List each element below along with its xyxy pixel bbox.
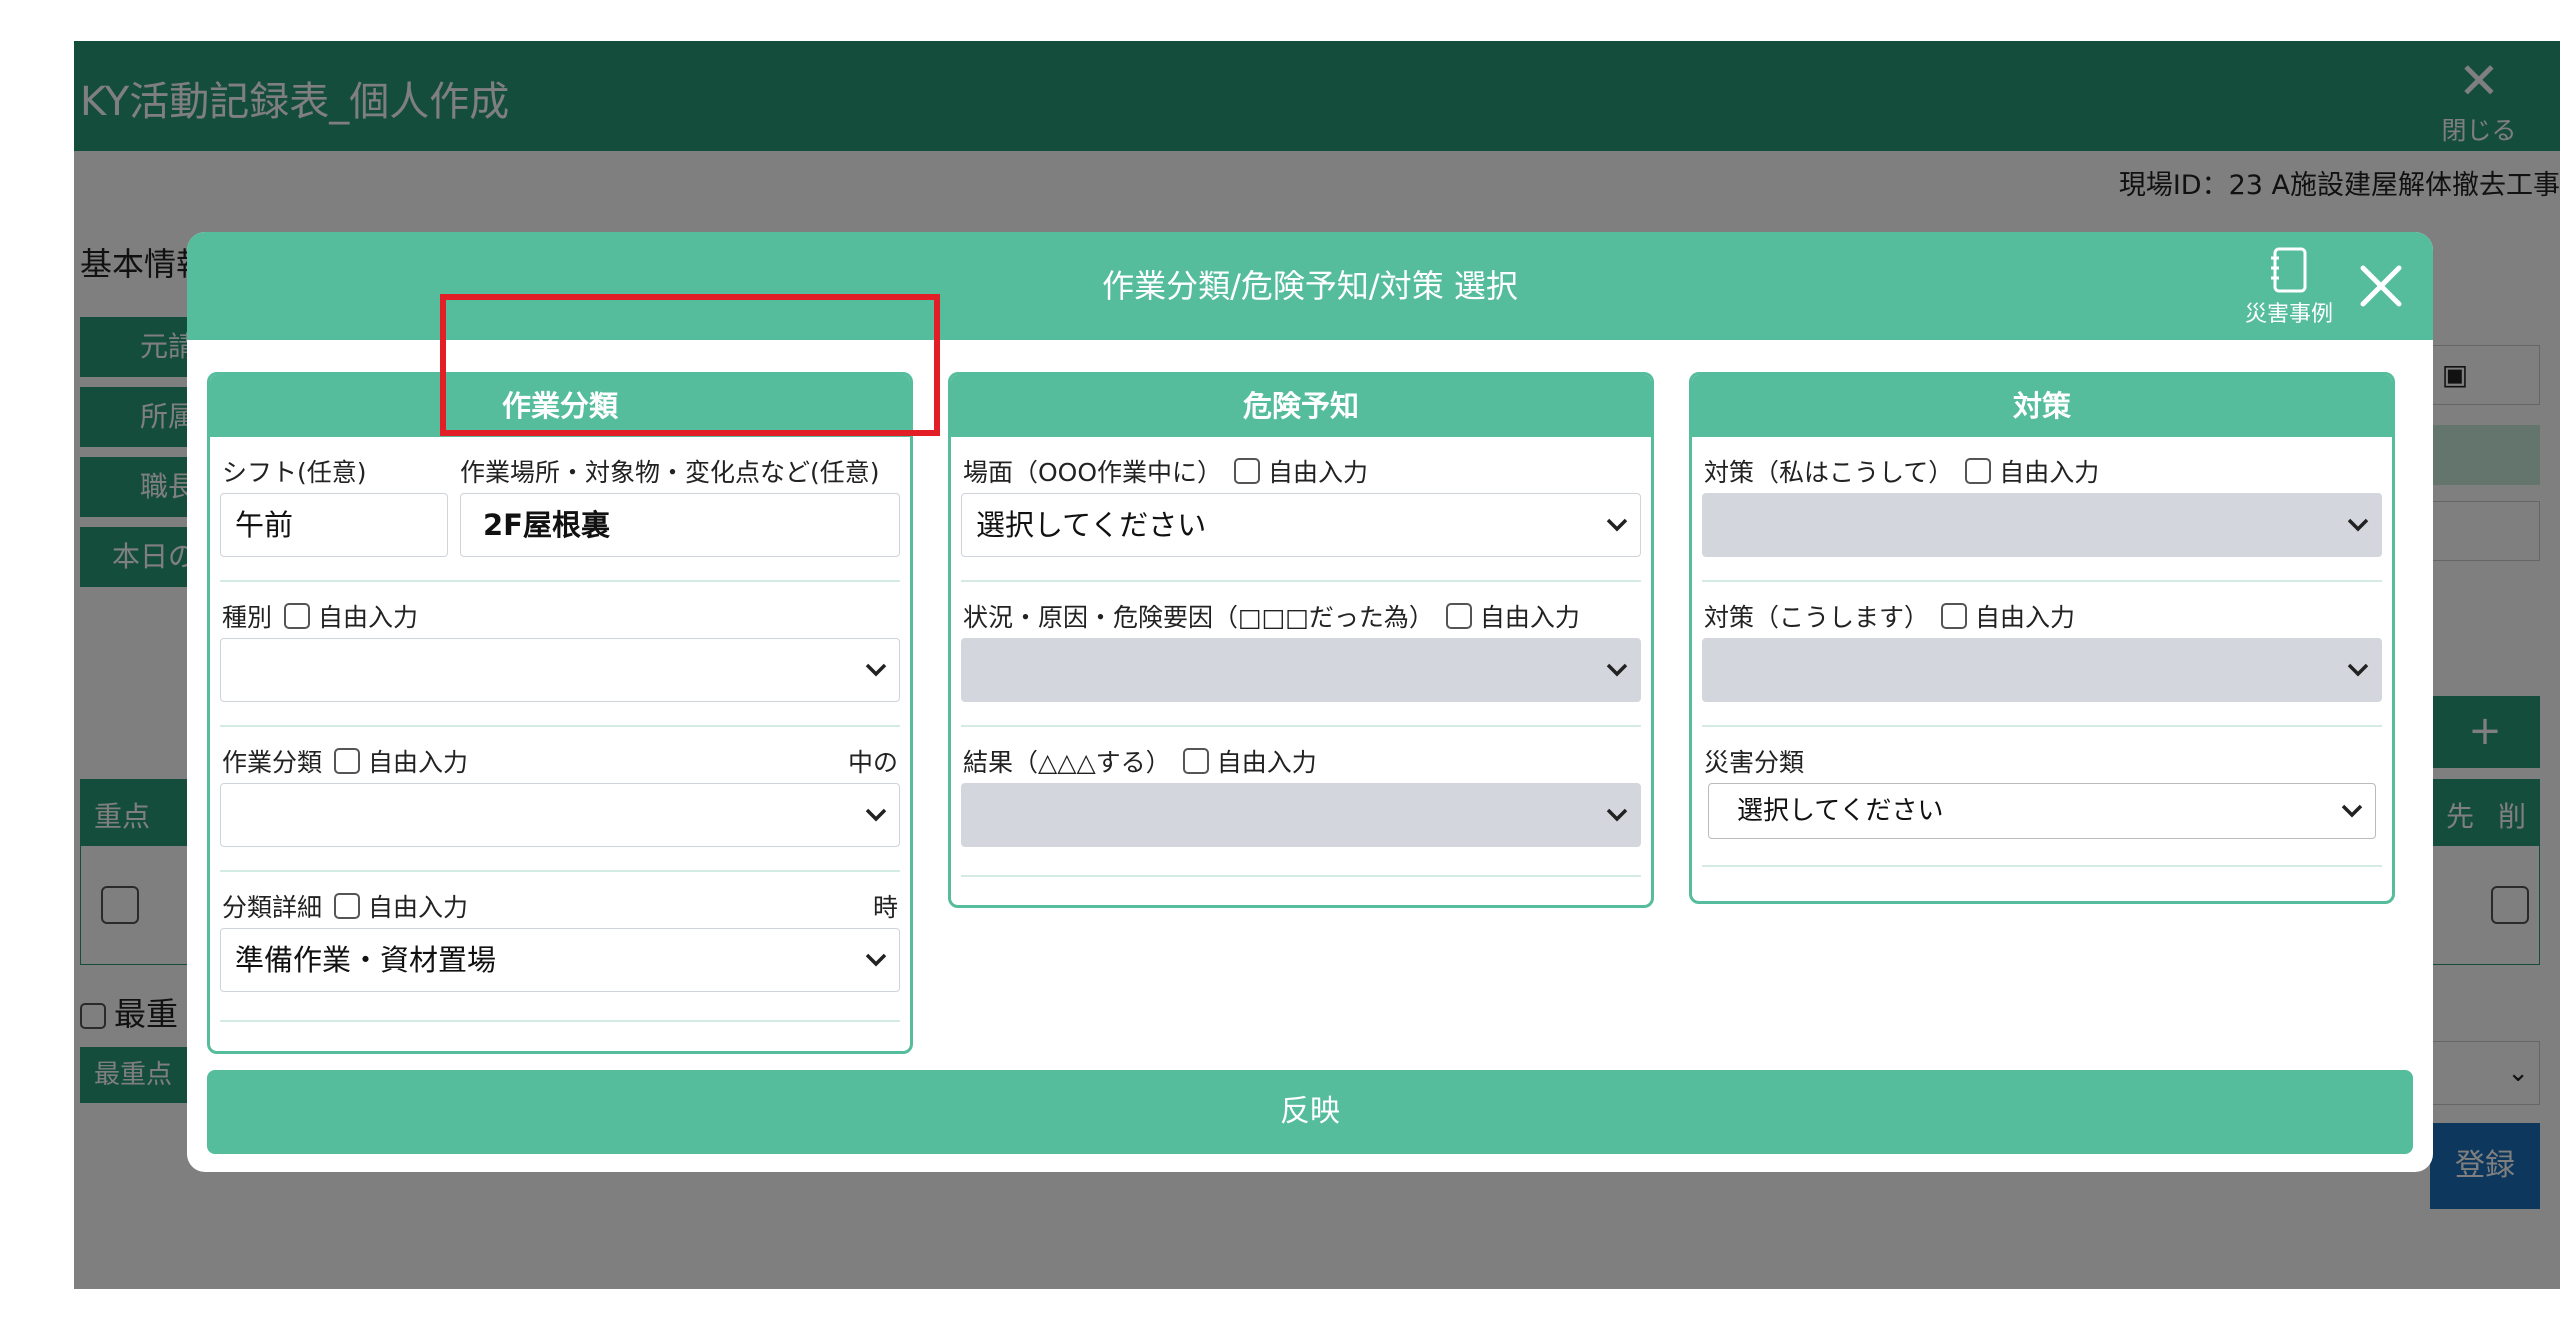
scene-free-input-checkbox[interactable] bbox=[1234, 458, 1261, 484]
category-label-line: 作業分類 自由入力 bbox=[222, 743, 468, 779]
plan-measure-free-input-checkbox[interactable] bbox=[1941, 603, 1968, 629]
location-label: 作業場所・対象物・変化点など(任意) bbox=[460, 458, 880, 487]
result-row: 結果（△△△する） 自由入力 bbox=[961, 727, 1641, 877]
work-category-panel: 作業分類 シフト(任意) 作業場所・対象物・変化点など(任意) 午前 2F屋根裏… bbox=[207, 372, 913, 1054]
category-free-input-label: 自由入力 bbox=[368, 748, 469, 777]
plan-measure-select[interactable] bbox=[1702, 638, 2382, 702]
disaster-type-label: 災害分類 bbox=[1704, 748, 1805, 777]
disaster-type-row: 災害分類 選択してください bbox=[1702, 727, 2382, 867]
situation-select[interactable] bbox=[961, 638, 1641, 702]
result-select[interactable] bbox=[961, 783, 1641, 847]
modal-close-button[interactable] bbox=[2347, 252, 2415, 320]
self-measure-free-input-checkbox[interactable] bbox=[1965, 458, 1992, 484]
shift-location-row: シフト(任意) 作業場所・対象物・変化点など(任意) 午前 2F屋根裏 bbox=[220, 437, 900, 582]
scene-select[interactable]: 選択してください bbox=[961, 493, 1641, 557]
self-measure-row: 対策（私はこうして） 自由入力 bbox=[1702, 437, 2382, 582]
plan-measure-free-input-label: 自由入力 bbox=[1975, 603, 2076, 632]
chevron-down-icon bbox=[2347, 639, 2369, 701]
hazard-prediction-panel-header: 危険予知 bbox=[951, 375, 1651, 437]
chevron-down-icon bbox=[865, 929, 887, 991]
self-measure-free-input-label: 自由入力 bbox=[1999, 458, 2100, 487]
detail-free-input-checkbox[interactable] bbox=[334, 893, 361, 919]
situation-free-input-label: 自由入力 bbox=[1479, 603, 1580, 632]
scene-row: 場面（OOO作業中に） 自由入力 選択してください bbox=[961, 437, 1641, 582]
situation-free-input-checkbox[interactable] bbox=[1445, 603, 1472, 629]
detail-free-input-label: 自由入力 bbox=[368, 893, 469, 922]
scene-select-value: 選択してください bbox=[976, 508, 1207, 542]
location-input[interactable]: 2F屋根裏 bbox=[460, 493, 900, 557]
result-label-line: 結果（△△△する） 自由入力 bbox=[963, 743, 1317, 779]
chevron-down-icon bbox=[1606, 784, 1628, 846]
scene-free-input-label: 自由入力 bbox=[1268, 458, 1369, 487]
category-label: 作業分類 bbox=[222, 748, 323, 777]
chevron-down-icon bbox=[1606, 494, 1628, 556]
shift-label: シフト(任意) bbox=[222, 458, 367, 487]
measures-panel-header: 対策 bbox=[1692, 375, 2392, 437]
category-row: 作業分類 自由入力 中の bbox=[220, 727, 900, 872]
chevron-down-icon bbox=[2341, 784, 2363, 838]
detail-label: 分類詳細 bbox=[222, 893, 323, 922]
chevron-down-icon bbox=[2347, 494, 2369, 556]
plan-measure-row: 対策（こうします） 自由入力 bbox=[1702, 582, 2382, 727]
category-right-text: 中の bbox=[847, 748, 898, 777]
result-label: 結果（△△△する） bbox=[963, 748, 1171, 777]
category-select[interactable] bbox=[220, 783, 900, 847]
detail-right-text: 時 bbox=[872, 893, 898, 922]
disaster-type-select-value: 選択してください bbox=[1737, 796, 1944, 826]
plan-measure-label: 対策（こうします） bbox=[1704, 603, 1930, 632]
type-free-input-label: 自由入力 bbox=[318, 603, 419, 632]
disaster-cases-label: 災害事例 bbox=[2244, 302, 2333, 327]
self-measure-label-line: 対策（私はこうして） 自由入力 bbox=[1704, 453, 2099, 489]
location-highlight-box bbox=[440, 294, 940, 436]
chevron-down-icon bbox=[865, 639, 887, 701]
disaster-type-select[interactable]: 選択してください bbox=[1708, 783, 2376, 839]
type-label: 種別 bbox=[222, 603, 273, 632]
notebook-icon bbox=[2271, 247, 2307, 293]
selection-modal: 作業分類/危険予知/対策 選択 災害事例 作業分類 シフト(任意) 作業場所・対… bbox=[187, 232, 2433, 1172]
scene-label: 場面（OOO作業中に） bbox=[963, 458, 1223, 487]
type-free-input-checkbox[interactable] bbox=[284, 603, 311, 629]
detail-label-line: 分類詳細 自由入力 bbox=[222, 888, 468, 924]
situation-label: 状況・原因・危険要因（□□□だった為） bbox=[963, 603, 1434, 632]
hazard-prediction-panel: 危険予知 場面（OOO作業中に） 自由入力 選択してください 状況・原因・危険要… bbox=[948, 372, 1654, 908]
detail-select-value: 準備作業・資材置場 bbox=[235, 943, 497, 977]
self-measure-select[interactable] bbox=[1702, 493, 2382, 557]
situation-label-line: 状況・原因・危険要因（□□□だった為） 自由入力 bbox=[963, 598, 1580, 634]
close-icon bbox=[2360, 265, 2402, 307]
result-free-input-checkbox[interactable] bbox=[1182, 748, 1209, 774]
type-row: 種別 自由入力 bbox=[220, 582, 900, 727]
shift-input[interactable]: 午前 bbox=[220, 493, 448, 557]
chevron-down-icon bbox=[1606, 639, 1628, 701]
disaster-cases-button[interactable]: 災害事例 bbox=[2229, 246, 2349, 330]
type-label-line: 種別 自由入力 bbox=[222, 598, 418, 634]
measures-panel: 対策 対策（私はこうして） 自由入力 対策（こうします） 自由入力 災害分類 選… bbox=[1689, 372, 2395, 904]
plan-measure-label-line: 対策（こうします） 自由入力 bbox=[1704, 598, 2075, 634]
type-select[interactable] bbox=[220, 638, 900, 702]
result-free-input-label: 自由入力 bbox=[1216, 748, 1317, 777]
detail-select[interactable]: 準備作業・資材置場 bbox=[220, 928, 900, 992]
detail-row: 分類詳細 自由入力 時 準備作業・資材置場 bbox=[220, 872, 900, 1022]
self-measure-label: 対策（私はこうして） bbox=[1704, 458, 1954, 487]
situation-row: 状況・原因・危険要因（□□□だった為） 自由入力 bbox=[961, 582, 1641, 727]
chevron-down-icon bbox=[865, 784, 887, 846]
category-free-input-checkbox[interactable] bbox=[334, 748, 361, 774]
scene-label-line: 場面（OOO作業中に） 自由入力 bbox=[963, 453, 1368, 489]
reflect-button[interactable]: 反映 bbox=[207, 1070, 2413, 1154]
